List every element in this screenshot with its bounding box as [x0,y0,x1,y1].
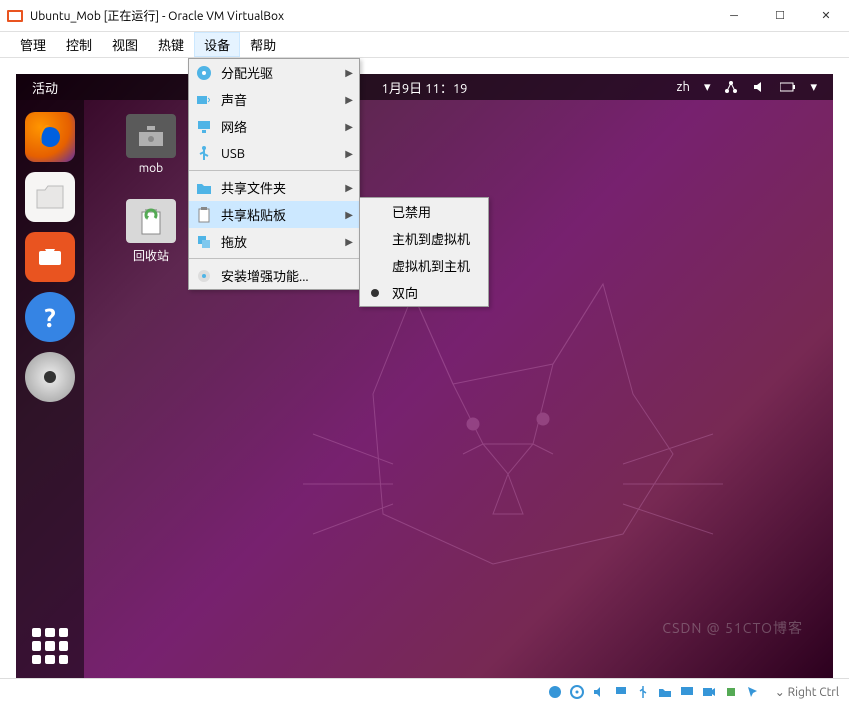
menu-hotkey[interactable]: 热键 [148,32,194,57]
folder-icon [126,114,176,158]
folder-icon [195,179,213,197]
datetime-label[interactable]: 1月9日 11：19 [382,78,468,97]
statusbar: ⌄ Right Ctrl [0,678,849,704]
network-icon [724,80,738,94]
virtualbox-icon [6,7,24,25]
menu-separator [189,170,359,171]
status-mouse-icon[interactable] [745,684,761,700]
folder-label: mob [139,162,163,175]
submenu-disabled[interactable]: 已禁用 [360,198,488,225]
menu-optical-drives[interactable]: 分配光驱▶ [189,59,359,86]
menu-network[interactable]: 网络▶ [189,113,359,140]
network-icon [195,118,213,136]
trash-icon [126,199,176,243]
menu-shared-clipboard[interactable]: 共享粘贴板▶ [189,201,359,228]
menu-usb[interactable]: USB▶ [189,140,359,167]
menubar: 管理 控制 视图 热键 设备 帮助 [0,32,849,58]
watermark: CSDN @ 51CTO博客 [662,618,803,638]
system-tray[interactable]: zh ▾ ▾ [677,80,833,95]
usb-icon [195,145,213,163]
status-harddisk-icon[interactable] [547,684,563,700]
wallpaper-art [273,234,773,614]
status-shared-folder-icon[interactable] [657,684,673,700]
window-controls: ─ ☐ ✕ [711,0,849,32]
submenu-arrow-icon: ▶ [345,209,353,221]
menu-manage[interactable]: 管理 [10,32,56,57]
status-cpu-icon[interactable] [723,684,739,700]
battery-icon [780,81,796,93]
activities-button[interactable]: 活动 [16,78,74,97]
vm-screen[interactable]: 活动 1月9日 11：19 zh ▾ ▾ ? mob [16,74,833,678]
dock-disc[interactable] [25,352,75,402]
input-dropdown-icon: ▾ [704,80,711,95]
dock-help[interactable]: ? [25,292,75,342]
devices-dropdown: 分配光驱▶ 声音▶ 网络▶ USB▶ 共享文件夹▶ 共享粘贴板▶ 拖放▶ 安装增… [188,58,360,290]
status-recording-icon[interactable] [701,684,717,700]
submenu-arrow-icon: ▶ [345,121,353,133]
status-optical-icon[interactable] [569,684,585,700]
ubuntu-dock: ? [16,100,84,678]
submenu-guest-to-host[interactable]: 虚拟机到主机 [360,252,488,279]
menu-control[interactable]: 控制 [56,32,102,57]
status-usb-icon[interactable] [635,684,651,700]
menu-help[interactable]: 帮助 [240,32,286,57]
status-display-icon[interactable] [679,684,695,700]
desktop-icons: mob 回收站 [116,114,186,288]
ubuntu-topbar: 活动 1月9日 11：19 zh ▾ ▾ [16,74,833,100]
radio-selected-icon [366,284,384,302]
dock-files[interactable] [25,172,75,222]
menu-drag-drop[interactable]: 拖放▶ [189,228,359,255]
dock-show-apps[interactable] [32,628,68,664]
dock-software[interactable] [25,232,75,282]
clipboard-submenu: 已禁用 主机到虚拟机 虚拟机到主机 双向 [359,197,489,307]
desktop-trash[interactable]: 回收站 [116,199,186,264]
submenu-arrow-icon: ▶ [345,182,353,194]
disc-icon [195,64,213,82]
minimize-button[interactable]: ─ [711,0,757,32]
submenu-arrow-icon: ▶ [345,148,353,160]
submenu-bidirectional[interactable]: 双向 [360,279,488,306]
status-network-icon[interactable] [613,684,629,700]
menu-separator [189,258,359,259]
menu-devices[interactable]: 设备 [194,32,240,57]
drag-icon [195,233,213,251]
window-title: Ubuntu_Mob [正在运行] - Oracle VM VirtualBox [30,7,711,24]
submenu-arrow-icon: ▶ [345,236,353,248]
desktop-folder-mob[interactable]: mob [116,114,186,175]
audio-icon [195,91,213,109]
submenu-arrow-icon: ▶ [345,94,353,106]
vm-display-area: 活动 1月9日 11：19 zh ▾ ▾ ? mob [0,58,849,678]
input-method-label[interactable]: zh [677,80,690,94]
clipboard-icon [195,206,213,224]
submenu-host-to-guest[interactable]: 主机到虚拟机 [360,225,488,252]
menu-view[interactable]: 视图 [102,32,148,57]
status-audio-icon[interactable] [591,684,607,700]
install-icon [195,267,213,285]
dock-firefox[interactable] [25,112,75,162]
submenu-arrow-icon: ▶ [345,67,353,79]
close-button[interactable]: ✕ [803,0,849,32]
menu-shared-folders[interactable]: 共享文件夹▶ [189,174,359,201]
trash-label: 回收站 [133,247,169,264]
menu-install-guest-additions[interactable]: 安装增强功能... [189,262,359,289]
volume-icon [752,80,766,94]
window-titlebar: Ubuntu_Mob [正在运行] - Oracle VM VirtualBox… [0,0,849,32]
maximize-button[interactable]: ☐ [757,0,803,32]
host-key-label[interactable]: ⌄ Right Ctrl [775,685,839,699]
power-dropdown-icon: ▾ [810,80,817,95]
menu-audio[interactable]: 声音▶ [189,86,359,113]
